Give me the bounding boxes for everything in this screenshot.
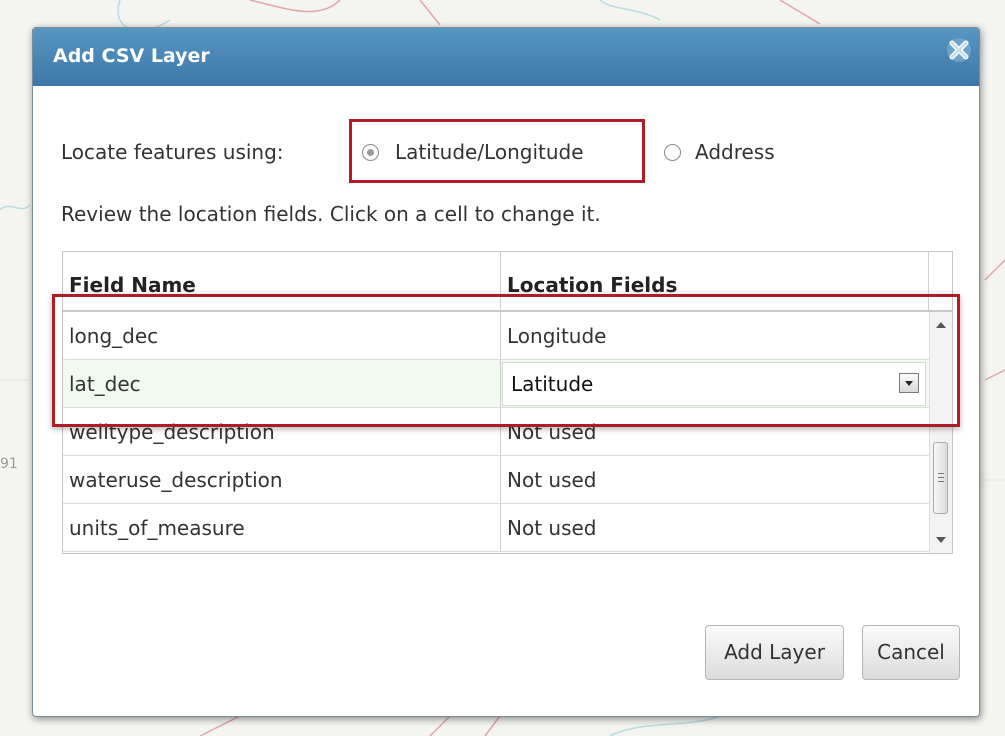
close-icon[interactable] <box>945 36 973 64</box>
grip-line <box>938 473 944 474</box>
table-row[interactable]: wateruse_description Not used <box>63 456 929 504</box>
review-instructions: Review the location fields. Click on a c… <box>61 202 601 226</box>
add-csv-layer-dialog: Add CSV Layer Locate features using: Lat… <box>32 27 980 717</box>
map-label: 91 <box>0 456 18 472</box>
address-label[interactable]: Address <box>695 140 775 164</box>
scrollbar-thumb[interactable] <box>933 442 948 514</box>
dialog-title: Add CSV Layer <box>53 45 210 67</box>
scroll-down-arrow-icon[interactable] <box>936 537 946 543</box>
grip-line <box>938 477 944 478</box>
rows-highlight-box <box>52 294 960 427</box>
add-layer-button[interactable]: Add Layer <box>705 625 844 680</box>
field-name-cell[interactable]: wateruse_description <box>63 456 501 504</box>
grip-line <box>938 481 944 482</box>
table-row[interactable]: units_of_measure Not used <box>63 504 929 552</box>
address-radio[interactable] <box>664 144 681 161</box>
field-name-cell[interactable]: units_of_measure <box>63 504 501 552</box>
dialog-titlebar: Add CSV Layer <box>33 28 979 86</box>
latitude-longitude-label[interactable]: Latitude/Longitude <box>395 140 584 164</box>
location-field-cell[interactable]: Not used <box>501 504 929 552</box>
latitude-longitude-radio[interactable] <box>362 144 379 161</box>
cancel-button[interactable]: Cancel <box>862 625 960 680</box>
locate-features-label: Locate features using: <box>61 140 284 164</box>
location-field-cell[interactable]: Not used <box>501 456 929 504</box>
